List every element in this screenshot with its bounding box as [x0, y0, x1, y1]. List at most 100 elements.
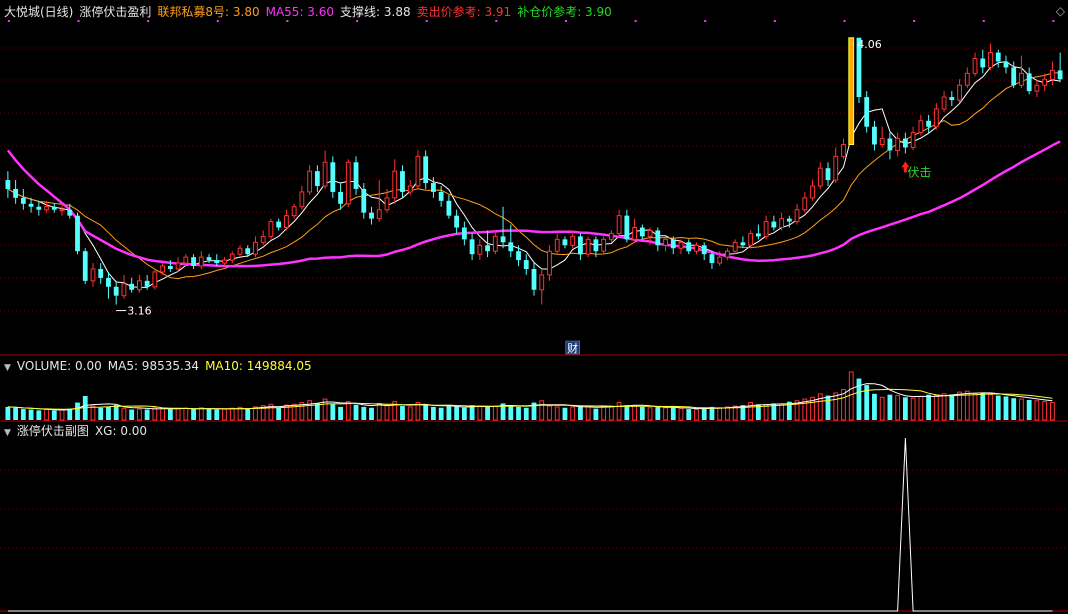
volume-bar-up — [1042, 401, 1048, 421]
candle-body-down — [423, 156, 429, 184]
candle-body-down — [1057, 70, 1063, 80]
candle-body-up — [616, 215, 622, 234]
candle-body-up — [345, 161, 351, 205]
volume-bar-up — [779, 403, 784, 421]
candle-body-up — [794, 209, 800, 223]
volume-bar-down — [1003, 396, 1009, 420]
volume-bars[interactable] — [5, 371, 1055, 421]
candle-body-down — [67, 209, 73, 216]
volume-bar-up — [477, 405, 483, 421]
candle-body-down — [338, 191, 343, 204]
candle-body-up — [376, 209, 382, 220]
candle-body-up — [268, 221, 274, 237]
volume-bar-down — [129, 409, 135, 420]
volume-bar-up — [694, 409, 699, 421]
candle-body-up — [183, 256, 189, 264]
signal-dot — [216, 20, 219, 22]
signal-dot — [77, 20, 80, 22]
candle-body-down — [624, 215, 630, 240]
volume-bar-up — [972, 393, 978, 421]
volume-bar-up — [229, 407, 235, 421]
signal-dot — [1052, 20, 1055, 22]
candle-body-up — [647, 229, 653, 237]
ma-fast-line — [7, 60, 1061, 288]
candle-body-up — [779, 218, 784, 229]
candle-body-down — [508, 242, 514, 252]
candle-body-up — [601, 238, 607, 252]
volume-bar-up — [1049, 402, 1055, 421]
event-badge-text[interactable]: 财 — [567, 341, 578, 355]
volume-bar-down — [701, 407, 707, 420]
volume-bar-up — [1019, 398, 1024, 421]
volume-bar-up — [554, 406, 560, 421]
candle-body-down — [98, 269, 104, 278]
volume-bar-down — [872, 393, 877, 420]
candle-body-up — [748, 232, 754, 246]
volume-bar-down — [624, 405, 630, 420]
signal-dot — [704, 20, 707, 22]
volume-bar-up — [183, 407, 189, 421]
ma55-line — [6, 140, 1061, 268]
candle-body-down — [686, 242, 692, 252]
signal-dot — [564, 20, 567, 22]
signal-label: 伏击 — [907, 165, 931, 179]
volume-bar-up — [376, 402, 382, 421]
signal-dot — [982, 20, 985, 22]
volume-bar-down — [314, 403, 320, 420]
volume-bar-up — [725, 406, 730, 421]
candle-body-up — [59, 209, 65, 212]
volume-bar-up — [59, 409, 65, 421]
candle-body-up — [833, 155, 839, 181]
chart-canvas[interactable]: 4.06 3.16 伏击 财 — [0, 0, 1068, 614]
volume-bar-down — [949, 394, 955, 420]
candle-body-down — [361, 188, 367, 213]
candle-body-up — [284, 215, 289, 228]
volume-bar-down — [400, 406, 405, 420]
candle-body-up — [570, 235, 576, 246]
volume-bar-down — [369, 407, 374, 420]
candle-body-up — [933, 108, 939, 128]
volume-bar-down — [330, 404, 336, 420]
volume-bar-up — [763, 404, 769, 421]
candle-body-up — [539, 274, 545, 291]
volume-bar-up — [539, 400, 545, 421]
volume-bar-down — [206, 409, 212, 420]
volume-bar-up — [833, 392, 839, 421]
volume-bar-up — [585, 406, 591, 421]
candle-body-down — [461, 227, 467, 240]
volume-bar-up — [879, 396, 885, 421]
candle-body-down — [1011, 67, 1017, 86]
candle-body-up — [260, 235, 266, 243]
volume-bar-down — [461, 407, 467, 420]
candle-body-up — [229, 253, 235, 261]
candle-body-up — [732, 241, 738, 252]
candle-body-down — [13, 188, 19, 198]
candle-body-up — [918, 120, 924, 134]
volume-bar-down — [578, 406, 583, 420]
candle-body-up — [694, 244, 699, 252]
candle-body-up — [957, 84, 962, 101]
candle-body-up — [547, 250, 552, 276]
candle-body-limit-up — [848, 37, 855, 145]
volume-bar-down — [191, 409, 196, 420]
candle-body-down — [523, 260, 529, 269]
volume-bar-down — [980, 392, 986, 420]
candle-body-down — [113, 286, 119, 296]
volume-bar-up — [817, 393, 823, 421]
candle-body-down — [82, 251, 88, 281]
volume-bar-up — [616, 402, 622, 421]
candle-body-down — [516, 251, 521, 261]
candle-body-down — [485, 245, 490, 252]
candle-body-up — [222, 259, 227, 264]
volume-bar-down — [670, 407, 676, 420]
volume-bar-up — [222, 408, 227, 421]
candle-body-up — [322, 161, 328, 187]
candle-body-down — [1026, 73, 1032, 92]
candle-body-down — [1003, 61, 1009, 68]
candle-body-up — [554, 238, 560, 252]
candle-body-up — [763, 221, 769, 237]
volume-bar-down — [214, 409, 220, 420]
high-price-label: 4.06 — [857, 38, 882, 51]
candle-body-up — [725, 250, 730, 258]
candle-body-up — [585, 238, 591, 255]
